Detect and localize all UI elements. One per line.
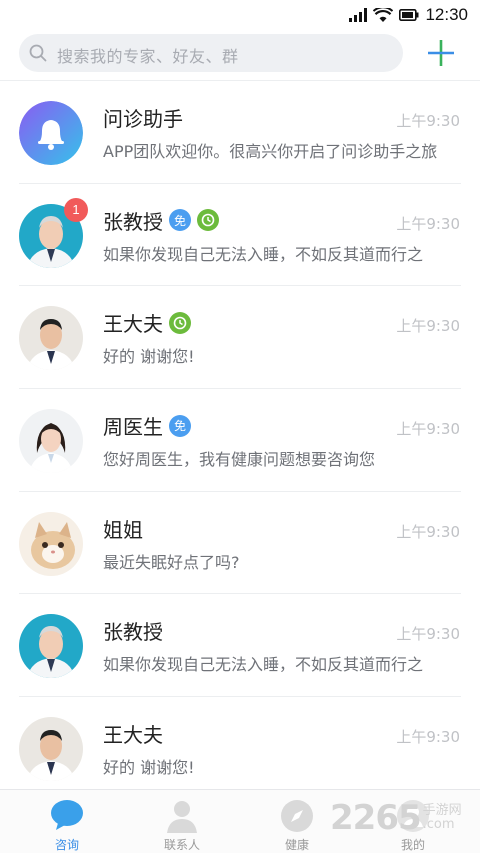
chat-message: 如果你发现自己无法入睡，不如反其道而行之	[103, 655, 424, 675]
chat-item[interactable]: 姐姐 上午9:30 最近失眠好点了吗?	[0, 492, 480, 595]
unread-badge: 1	[64, 197, 88, 222]
status-bar: 12:30	[0, 0, 480, 30]
chat-time: 上午9:30	[396, 420, 460, 439]
tab-label: 健康	[284, 838, 309, 852]
watermark-number: 2265	[330, 798, 422, 838]
chat-item[interactable]: 王大夫 上午9:30 好的 谢谢您!	[0, 286, 480, 390]
wifi-icon	[373, 7, 394, 22]
compass-icon	[281, 800, 313, 832]
tab-contacts[interactable]: 联系人	[142, 790, 222, 853]
chat-name: 姐姐	[103, 517, 143, 542]
chat-message: APP团队欢迎你。很高兴你开启了问诊助手之旅	[103, 142, 438, 161]
chat-title: 王大夫	[103, 719, 163, 748]
search-placeholder: 搜索我的专家、好友、群	[57, 47, 239, 66]
doctor-avatar-icon	[19, 614, 83, 679]
chat-title: 王大夫	[103, 308, 191, 337]
chat-time: 上午9:30	[396, 625, 460, 644]
chat-name: 周医生	[103, 415, 163, 440]
chat-message: 好的 谢谢您!	[103, 347, 195, 367]
avatar	[19, 409, 83, 474]
chat-message: 最近失眠好点了吗?	[103, 552, 240, 572]
clock-icon	[197, 209, 219, 232]
chat-title: 张教授	[103, 616, 163, 645]
chat-message: 您好周医生，我有健康问题想要咨询您	[103, 450, 376, 470]
tab-consult[interactable]: 咨询	[27, 790, 107, 853]
avatar	[19, 511, 83, 576]
chat-message: 好的 谢谢您!	[103, 758, 195, 778]
chat-name: 问诊助手	[103, 107, 183, 131]
chat-title: 姐姐	[103, 514, 143, 543]
bell-icon	[19, 101, 83, 165]
chat-time: 上午9:30	[396, 728, 460, 747]
status-icons: 12:30	[349, 4, 468, 26]
chat-name: 张教授	[103, 209, 163, 234]
chat-item[interactable]: 张教授 上午9:30 如果你发现自己无法入睡，不如反其道而行之	[0, 594, 480, 698]
chat-title: 周医生 免	[103, 411, 191, 440]
chat-item[interactable]: 周医生 免 上午9:30 您好周医生，我有健康问题想要咨询您	[0, 389, 480, 492]
avatar	[19, 101, 83, 165]
chat-name: 王大夫	[103, 723, 163, 748]
signal-icon	[349, 8, 368, 22]
avatar	[19, 614, 83, 679]
chat-time: 上午9:30	[396, 522, 460, 541]
tab-label: 咨询	[54, 838, 79, 852]
tab-label: 我的	[400, 838, 425, 852]
search-row: 搜索我的专家、好友、群	[0, 30, 480, 80]
cat-avatar-icon	[19, 511, 83, 576]
chat-time: 上午9:30	[396, 112, 460, 130]
tab-health[interactable]: 健康	[257, 790, 337, 853]
status-time: 12:30	[425, 5, 468, 24]
chat-list: 问诊助手 上午9:30 APP团队欢迎你。很高兴你开启了问诊助手之旅 1 张教授…	[0, 81, 480, 800]
chat-item[interactable]: 问诊助手 上午9:30 APP团队欢迎你。很高兴你开启了问诊助手之旅	[0, 81, 480, 184]
person-icon	[167, 801, 197, 833]
avatar	[19, 717, 83, 782]
watermark-text: 手游网	[422, 803, 462, 818]
clock-icon	[169, 311, 191, 334]
chat-name: 张教授	[103, 620, 163, 645]
chat-time: 上午9:30	[396, 317, 460, 336]
chat-bubble-icon	[51, 800, 83, 830]
watermark-logo: 2265 手游网 .com	[330, 798, 462, 838]
doctor-avatar-icon	[19, 717, 83, 782]
chat-time: 上午9:30	[396, 214, 460, 233]
avatar	[19, 306, 83, 371]
chat-item[interactable]: 王大夫 上午9:30 好的 谢谢您!	[0, 697, 480, 800]
chat-item[interactable]: 1 张教授 免 上午9:30 如果你发现自己无法入睡，不如反其道而行之	[0, 184, 480, 287]
search-icon	[29, 44, 47, 62]
chat-message: 如果你发现自己无法入睡，不如反其道而行之	[103, 244, 424, 264]
tab-label: 联系人	[163, 838, 200, 852]
chat-title: 张教授 免	[103, 206, 219, 235]
free-tag: 免	[169, 209, 191, 232]
doctor-avatar-icon	[19, 409, 83, 474]
free-tag: 免	[169, 414, 191, 437]
doctor-avatar-icon	[19, 306, 83, 371]
chat-title: 问诊助手	[103, 103, 183, 132]
watermark-domain: .com	[422, 817, 455, 832]
chat-name: 王大夫	[103, 312, 163, 337]
plus-icon[interactable]	[426, 38, 456, 68]
search-input[interactable]: 搜索我的专家、好友、群	[19, 34, 403, 72]
battery-icon	[399, 9, 419, 21]
